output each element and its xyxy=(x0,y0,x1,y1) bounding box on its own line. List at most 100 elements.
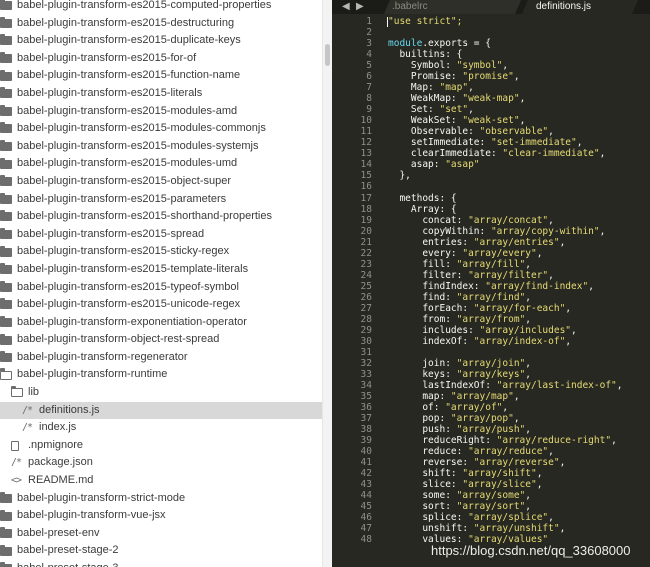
sidebar-item[interactable]: babel-plugin-transform-es2015-sticky-reg… xyxy=(0,243,322,261)
code-text: push: xyxy=(388,424,457,436)
line-number: 35 xyxy=(360,391,372,403)
sidebar-item[interactable]: <> README.md xyxy=(0,472,322,490)
sidebar-item[interactable]: babel-plugin-transform-exponentiation-op… xyxy=(0,314,322,332)
sidebar-item-label: babel-plugin-transform-es2015-unicode-re… xyxy=(17,298,241,311)
sidebar-item[interactable]: babel-plugin-transform-runtime xyxy=(0,366,322,384)
code-text: Map: xyxy=(388,82,440,94)
code-string: "array/unshift" xyxy=(473,523,560,535)
sidebar-item[interactable]: babel-preset-env xyxy=(0,525,322,543)
line-number: 6 xyxy=(366,71,372,83)
line-number: 20 xyxy=(360,225,372,237)
code-text: , xyxy=(548,269,554,281)
code-text: , xyxy=(559,523,566,535)
sidebar-item-label: babel-preset-stage-3 xyxy=(17,560,119,567)
sidebar-item[interactable]: babel-plugin-transform-es2015-parameters xyxy=(0,191,322,209)
code-string: "array/slice" xyxy=(462,479,537,491)
line-number: 40 xyxy=(360,446,372,458)
sidebar-item[interactable]: babel-plugin-transform-regenerator xyxy=(0,349,322,367)
sidebar-item[interactable]: babel-plugin-transform-es2015-typeof-sym… xyxy=(0,279,322,297)
sidebar-item[interactable]: babel-plugin-transform-es2015-template-l… xyxy=(0,261,322,279)
code-line: setImmediate: "set-immediate", xyxy=(388,137,650,148)
code-text: findIndex: xyxy=(388,280,486,292)
sidebar-item[interactable]: /* definitions.js xyxy=(0,401,322,420)
code-string: "array/fill" xyxy=(456,258,526,270)
sidebar-item[interactable]: babel-plugin-transform-strict-mode xyxy=(0,490,322,508)
code-text: keys: xyxy=(388,369,457,380)
sidebar-item[interactable]: .npmignore xyxy=(0,437,322,455)
sidebar-item[interactable]: babel-plugin-transform-es2015-function-n… xyxy=(0,67,322,85)
code-text: slice: xyxy=(388,479,463,491)
sidebar-item[interactable]: babel-plugin-transform-es2015-unicode-re… xyxy=(0,296,322,314)
folder-icon xyxy=(0,173,12,191)
sidebar-item[interactable]: babel-plugin-transform-es2015-modules-um… xyxy=(0,155,322,173)
code-text: pop: xyxy=(388,413,451,425)
code-area[interactable]: "use strict"; module.exports = { builtins… xyxy=(388,16,650,546)
code-text: concat: xyxy=(388,214,469,226)
sidebar-item[interactable]: babel-plugin-transform-es2015-object-sup… xyxy=(0,173,322,191)
code-string: "array/reduce-right" xyxy=(496,435,612,447)
code-text: , xyxy=(525,313,532,325)
sidebar-item[interactable]: lib xyxy=(0,384,322,402)
file-tree-list: babel-plugin-transform-es2015-computed-p… xyxy=(0,0,322,567)
code-text: , xyxy=(525,490,532,502)
sidebar-item-label: babel-plugin-transform-es2015-duplicate-… xyxy=(17,34,241,47)
code-text: , xyxy=(548,512,554,524)
sidebar-item[interactable]: babel-plugin-transform-es2015-computed-p… xyxy=(0,0,322,15)
code-text: , xyxy=(599,225,606,237)
nav-back-icon[interactable]: ◀ xyxy=(342,0,350,14)
code-text: , xyxy=(468,104,474,116)
sidebar-item-label: babel-plugin-transform-es2015-template-l… xyxy=(17,262,249,275)
code-text: , xyxy=(536,468,543,480)
code-line: "use strict"; xyxy=(388,16,650,27)
code-text: , xyxy=(548,126,554,138)
code-string: "array/concat" xyxy=(468,214,549,226)
sidebar-item[interactable]: /* index.js xyxy=(0,419,322,437)
file-icon xyxy=(11,437,19,455)
code-string: "symbol" xyxy=(456,60,503,72)
code-string: "array/index-of" xyxy=(473,335,566,347)
code-string: "promise" xyxy=(462,71,514,83)
sidebar-item[interactable]: babel-plugin-transform-es2015-duplicate-… xyxy=(0,32,322,50)
sidebar-item[interactable]: babel-plugin-transform-es2015-shorthand-… xyxy=(0,208,322,226)
line-number: 10 xyxy=(360,115,372,127)
code-text: , xyxy=(548,446,554,458)
code-text: , xyxy=(565,335,572,347)
sidebar-item-label: babel-plugin-transform-es2015-modules-am… xyxy=(17,104,238,117)
tab-babelrc[interactable]: .babelrc xyxy=(384,0,521,14)
sidebar-item[interactable]: babel-plugin-transform-es2015-for-of xyxy=(0,50,322,68)
folder-icon xyxy=(0,32,12,50)
folder-icon xyxy=(0,525,12,543)
sidebar-item[interactable]: babel-plugin-transform-es2015-modules-am… xyxy=(0,103,322,121)
sidebar-scrollbar[interactable] xyxy=(322,0,332,567)
sidebar-item[interactable]: babel-plugin-transform-es2015-spread xyxy=(0,226,322,244)
code-line: module.exports = { xyxy=(388,38,650,49)
sidebar-item-label: babel-plugin-transform-es2015-shorthand-… xyxy=(17,210,272,223)
line-number: 13 xyxy=(360,148,372,160)
code-line: unshift: "array/unshift", xyxy=(388,523,650,534)
code-string: "array/shift" xyxy=(462,468,537,480)
nav-forward-icon[interactable]: ▶ xyxy=(356,0,364,14)
sidebar-item[interactable]: babel-plugin-transform-es2015-destructur… xyxy=(0,15,322,33)
tab-definitions-js[interactable]: definitions.js xyxy=(522,0,638,14)
sidebar-item[interactable]: babel-preset-stage-3 xyxy=(0,560,322,567)
code-string: "array/for-each" xyxy=(473,302,566,314)
line-number: 22 xyxy=(360,247,372,259)
sidebar-item[interactable]: babel-plugin-transform-es2015-modules-co… xyxy=(0,120,322,138)
sidebar-item[interactable]: babel-plugin-transform-object-rest-sprea… xyxy=(0,331,322,349)
code-text: reverse: xyxy=(388,457,474,469)
code-string: "array/includes" xyxy=(479,324,572,336)
sidebar-item[interactable]: babel-plugin-transform-vue-jsx xyxy=(0,507,322,525)
sidebar-item[interactable]: babel-plugin-transform-es2015-modules-sy… xyxy=(0,138,322,156)
code-string: "array/copy-within" xyxy=(490,225,600,237)
sidebar-item[interactable]: babel-plugin-transform-es2015-literals xyxy=(0,85,322,103)
line-number: 21 xyxy=(360,236,372,248)
code-line: forEach: "array/for-each", xyxy=(388,303,650,314)
code-text: Set: xyxy=(388,104,440,116)
code-text: , xyxy=(525,357,532,369)
sidebar-item[interactable]: /* package.json xyxy=(0,454,322,472)
sidebar-item[interactable]: babel-preset-stage-2 xyxy=(0,542,322,560)
sidebar-scrollbar-thumb[interactable] xyxy=(325,44,330,66)
code-string: "array/find-index" xyxy=(485,280,589,292)
folder-icon xyxy=(0,279,12,297)
code-text: , xyxy=(525,258,532,270)
